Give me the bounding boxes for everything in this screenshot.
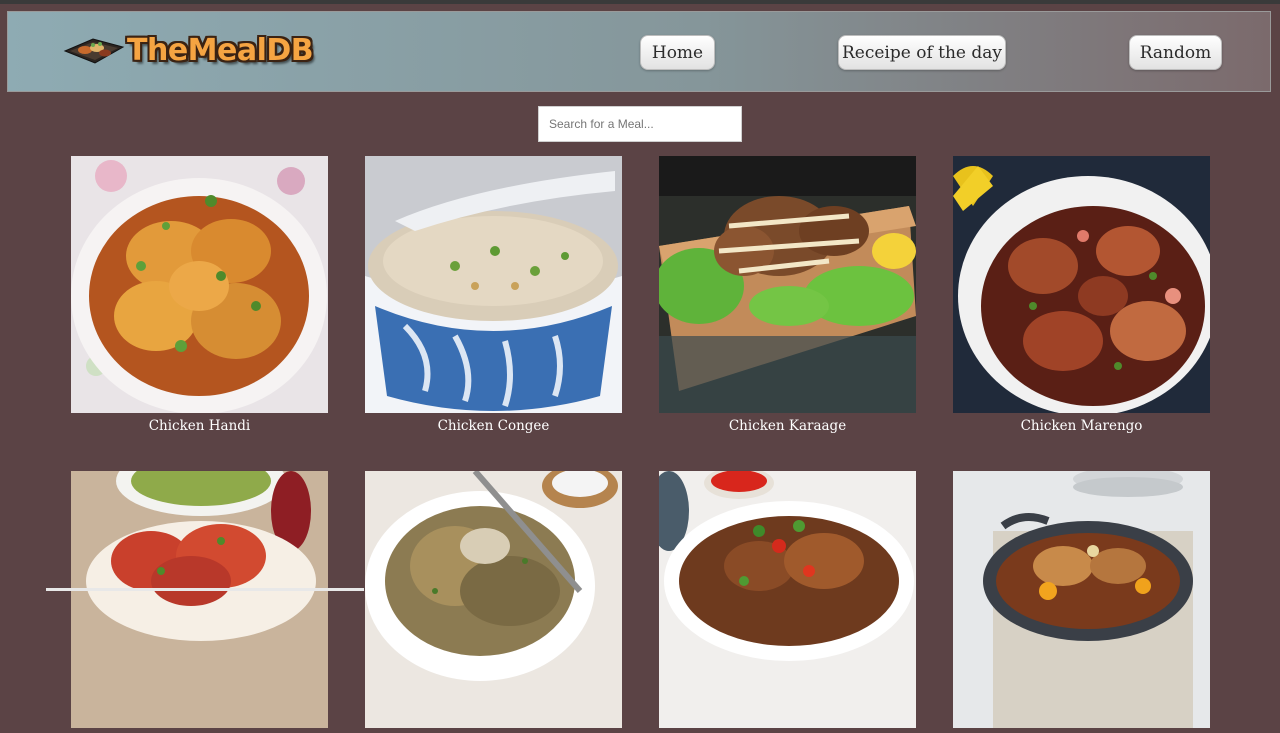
meal-card[interactable] — [365, 471, 622, 733]
brand-logo[interactable]: TheMealDB — [63, 30, 314, 70]
meal-card[interactable]: Chicken Marengo — [953, 156, 1210, 434]
search-input[interactable] — [538, 106, 742, 142]
meal-image[interactable] — [659, 156, 916, 413]
meal-image[interactable] — [659, 471, 916, 728]
meal-card[interactable]: Chicken Karaage — [659, 156, 916, 434]
brand-name: TheMealDB — [127, 32, 314, 68]
meal-card[interactable]: Chicken Congee — [365, 156, 622, 434]
meal-image[interactable] — [365, 156, 622, 413]
meal-title[interactable]: Chicken Karaage — [659, 418, 916, 434]
meal-card[interactable] — [659, 471, 916, 733]
meal-title[interactable]: Chicken Marengo — [953, 418, 1210, 434]
window-top-edge — [0, 0, 1280, 4]
meal-title[interactable]: Chicken Handi — [71, 418, 328, 434]
meal-card[interactable] — [953, 471, 1210, 733]
nav-random-button[interactable]: Random — [1129, 35, 1222, 70]
meal-image[interactable] — [71, 471, 328, 728]
meal-image[interactable] — [71, 156, 328, 413]
nav-recipe-of-the-day-button[interactable]: Receipe of the day — [838, 35, 1006, 70]
nav-home-button[interactable]: Home — [640, 35, 715, 70]
meal-card[interactable] — [71, 471, 328, 733]
food-tray-icon — [63, 38, 125, 64]
meal-image[interactable] — [953, 471, 1210, 728]
site-header: TheMealDB Home Receipe of the day Random — [7, 11, 1271, 92]
meal-title[interactable]: Chicken Congee — [365, 418, 622, 434]
meal-image[interactable] — [953, 156, 1210, 413]
meal-card[interactable]: Chicken Handi — [71, 156, 328, 434]
meal-image[interactable] — [365, 471, 622, 728]
